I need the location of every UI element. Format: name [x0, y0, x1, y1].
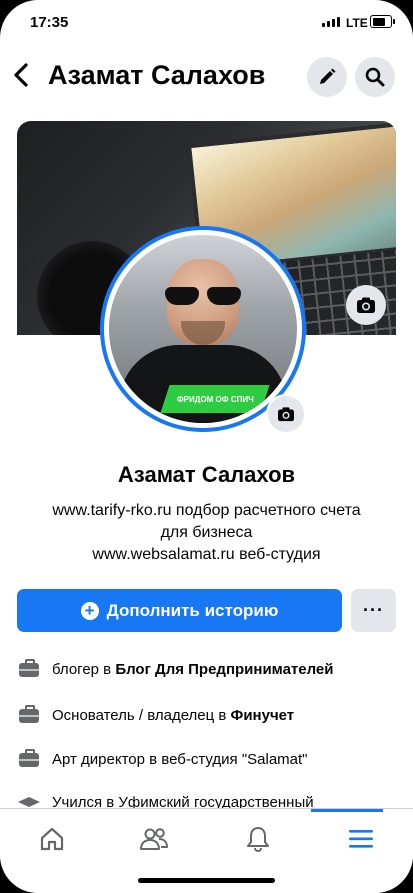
cover-camera-button[interactable] — [346, 285, 386, 325]
info-row-work[interactable]: Арт директор в веб-студия "Salamat" — [17, 745, 403, 773]
info-prefix: Основатель / владелец в — [52, 706, 231, 724]
camera-icon — [278, 407, 294, 422]
avatar: ФРИДОМ ОФ СПИЧ — [109, 235, 297, 423]
avatar-shirt-text: ФРИДОМ ОФ СПИЧ — [176, 394, 254, 404]
friends-icon — [140, 828, 168, 850]
more-options-button[interactable]: ··· — [351, 589, 396, 632]
info-text: блогер в Блог Для Предпринимателей — [52, 661, 334, 678]
profile-name: Азамат Салахов — [117, 462, 296, 487]
tab-friends[interactable] — [134, 819, 174, 859]
bell-icon — [247, 827, 269, 853]
info-row-work[interactable]: Основатель / владелец в Финучет — [17, 701, 403, 729]
profile-bio: www.tarify-rko.ru подбор расчетного счет… — [10, 500, 403, 566]
avatar-camera-button[interactable] — [266, 394, 306, 434]
bio-line: www.websalamat.ru веб-студия — [92, 546, 321, 563]
info-prefix: Арт директор в веб-студия "Salamat" — [52, 750, 308, 768]
signal-icon — [322, 17, 340, 27]
chevron-left-icon[interactable] — [8, 60, 36, 92]
tab-home[interactable] — [32, 819, 72, 859]
briefcase-icon — [17, 749, 41, 769]
briefcase-icon — [17, 659, 41, 679]
briefcase-icon — [17, 705, 41, 725]
bio-line: www.tarify-rko.ru подбор расчетного счет… — [52, 502, 361, 519]
add-story-button[interactable]: + Дополнить историю — [17, 589, 342, 632]
edit-profile-button[interactable] — [307, 57, 347, 97]
network-type: LTE — [346, 16, 368, 30]
info-row-work[interactable]: блогер в Блог Для Предпринимателей — [17, 655, 403, 683]
info-prefix: блогер в — [52, 660, 116, 678]
pencil-icon — [320, 68, 336, 84]
tab-menu[interactable] — [341, 819, 381, 859]
active-tab-indicator — [311, 809, 383, 812]
add-story-label: Дополнить историю — [106, 600, 279, 620]
search-button[interactable] — [355, 57, 395, 97]
avatar-shirt-print: ФРИДОМ ОФ СПИЧ — [160, 385, 270, 413]
avatar-sunglasses — [161, 287, 245, 305]
more-dots-icon: ··· — [363, 600, 384, 620]
page-title: Азамат Салахов — [48, 60, 266, 90]
search-icon — [365, 67, 385, 87]
info-text: Арт директор в веб-студия "Salamat" — [52, 751, 308, 768]
menu-icon — [349, 830, 373, 848]
info-text: Основатель / владелец в Финучет — [52, 707, 294, 724]
home-icon — [40, 827, 64, 851]
battery-icon — [370, 15, 395, 28]
tab-notifications[interactable] — [238, 819, 278, 859]
status-bar: 17:35 LTE — [0, 0, 413, 48]
info-org: Финучет — [230, 706, 295, 724]
plus-circle-icon: + — [80, 601, 99, 620]
camera-icon — [357, 297, 375, 313]
profile-header: Азамат Салахов — [0, 52, 413, 104]
info-org: Блог Для Предпринимателей — [115, 660, 334, 678]
status-time: 17:35 — [30, 14, 69, 31]
home-indicator[interactable] — [138, 878, 275, 883]
bio-line: для бизнеса — [160, 524, 253, 541]
phone-screen: 17:35 LTE Азамат Салахов ФРИДОМ ОФ СПИЧ … — [0, 0, 413, 893]
